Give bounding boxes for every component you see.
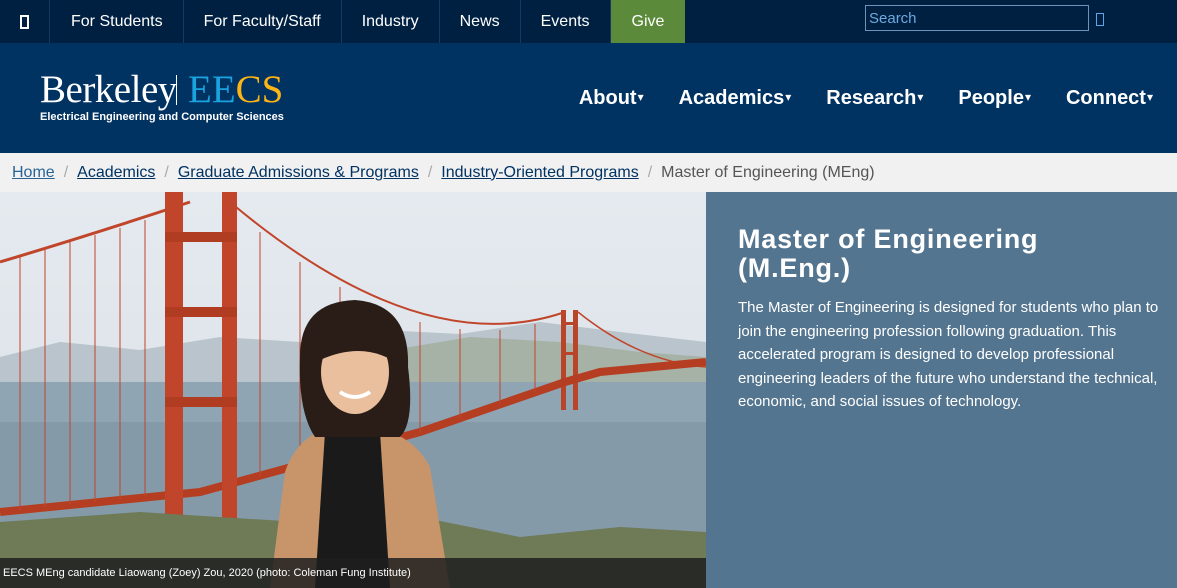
breadcrumb-separator: / [647, 163, 653, 181]
page-title: Master of Engineering (M.Eng.) [738, 224, 1039, 283]
logo-subtitle: Electrical Engineering and Computer Scie… [40, 111, 284, 123]
nav-about[interactable]: About▾ [579, 87, 644, 110]
program-description: The Master of Engineering is designed fo… [738, 299, 1159, 410]
main-nav: About▾ Academics▾ Research▾ People▾ Conn… [544, 43, 1153, 153]
menu-icon [20, 14, 29, 29]
caret-down-icon: ▾ [785, 89, 792, 104]
menu-toggle-button[interactable] [0, 0, 50, 43]
breadcrumb-home[interactable]: Home [12, 164, 55, 182]
hero-photo: EECS MEng candidate Liaowang (Zoey) Zou,… [0, 192, 706, 588]
program-intro-panel: Master of Engineering (M.Eng.) The Maste… [706, 192, 1177, 588]
breadcrumb-separator: / [427, 163, 433, 181]
nav-people[interactable]: People▾ [958, 87, 1031, 110]
caret-down-icon: ▾ [917, 89, 924, 104]
utility-link-industry[interactable]: Industry [342, 0, 440, 43]
utility-link-students[interactable]: For Students [51, 0, 184, 43]
breadcrumb-separator: / [63, 163, 69, 181]
utility-link-faculty-staff[interactable]: For Faculty/Staff [184, 0, 342, 43]
caret-down-icon: ▾ [1024, 89, 1031, 104]
breadcrumb-academics[interactable]: Academics [77, 164, 155, 182]
utility-bar: For Students For Faculty/Staff Industry … [0, 0, 1177, 43]
caret-down-icon: ▾ [637, 89, 644, 104]
breadcrumb: Home / Academics / Graduate Admissions &… [0, 153, 1177, 192]
golden-gate-illustration [0, 192, 706, 588]
photo-caption: EECS MEng candidate Liaowang (Zoey) Zou,… [0, 558, 706, 588]
utility-nav: For Students For Faculty/Staff Industry … [51, 0, 686, 43]
logo-divider [176, 75, 177, 105]
breadcrumb-separator: / [164, 163, 169, 181]
search-icon[interactable] [1096, 13, 1104, 26]
give-button[interactable]: Give [610, 0, 686, 43]
search-input[interactable] [865, 5, 1089, 31]
nav-academics[interactable]: Academics▾ [679, 87, 792, 110]
nav-research[interactable]: Research▾ [826, 87, 923, 110]
site-header: Berkeley EECS Electrical Engineering and… [0, 43, 1177, 153]
logo-eecs: EECS [188, 68, 284, 111]
nav-connect[interactable]: Connect▾ [1066, 87, 1153, 110]
breadcrumb-current: Master of Engineering (MEng) [661, 163, 875, 181]
caret-down-icon: ▾ [1146, 89, 1153, 104]
breadcrumb-industry-programs[interactable]: Industry-Oriented Programs [441, 164, 638, 182]
breadcrumb-graduate-admissions[interactable]: Graduate Admissions & Programs [178, 164, 419, 182]
logo-berkeley: Berkeley [40, 68, 177, 111]
utility-link-news[interactable]: News [440, 0, 521, 43]
utility-link-events[interactable]: Events [521, 0, 611, 43]
